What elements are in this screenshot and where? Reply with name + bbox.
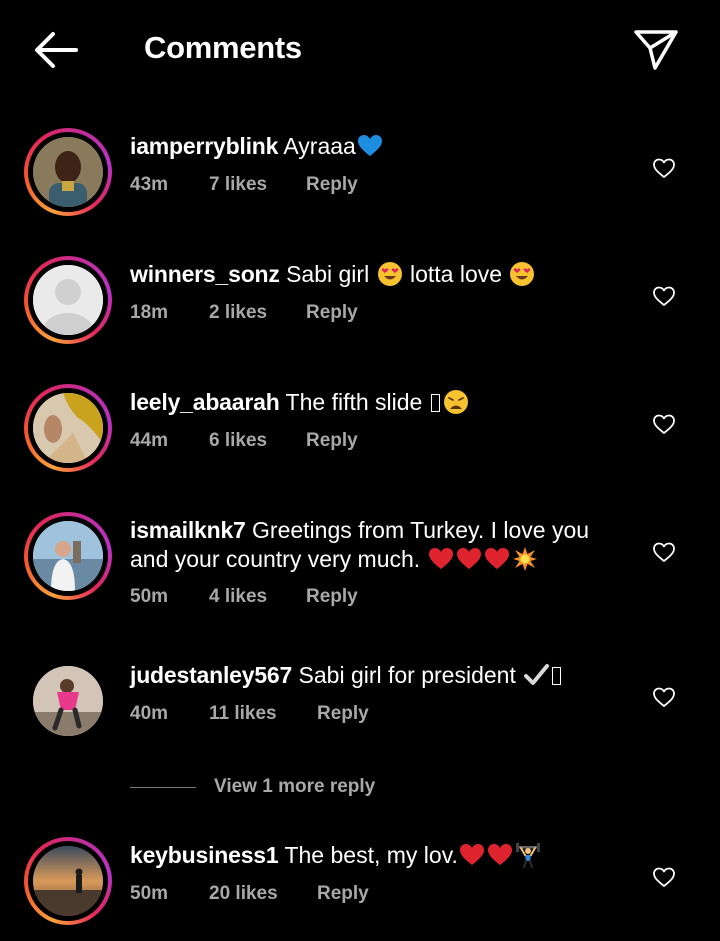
comment-body: Sabi girl for president: [298, 662, 516, 688]
arrow-left-icon: [35, 32, 78, 68]
comment-time: 50m: [130, 586, 169, 607]
heart-outline-icon[interactable]: [652, 156, 676, 180]
avatar[interactable]: [24, 128, 112, 216]
avatar[interactable]: [24, 384, 112, 472]
comment-likes[interactable]: 20 likes: [209, 883, 278, 905]
page-title: Comments: [144, 30, 302, 65]
comment-likes[interactable]: 7 likes: [209, 174, 267, 196]
red-heart-emoji-icon: [428, 548, 453, 569]
comment-likes[interactable]: 11 likes: [209, 703, 277, 725]
heart-outline-icon[interactable]: [652, 865, 676, 889]
comment-time: 18m: [130, 302, 169, 323]
red-heart-emoji-icon: [484, 548, 509, 569]
reply-button[interactable]: Reply: [306, 174, 358, 196]
reply-button[interactable]: Reply: [306, 586, 358, 608]
comment-username[interactable]: judestanley567: [130, 662, 292, 688]
comment-text: iamperryblink Ayraaa: [130, 132, 610, 161]
avatar[interactable]: [24, 512, 112, 600]
comment-likes[interactable]: 6 likes: [209, 430, 267, 452]
weightlifter-emoji-icon: [515, 843, 540, 868]
heart-eyes-emoji-icon: [377, 262, 402, 286]
red-heart-emoji-icon: [487, 844, 512, 865]
comment-username[interactable]: iamperryblink: [130, 133, 278, 159]
reply-button[interactable]: Reply: [306, 302, 358, 324]
comment-body: Sabi girl: [286, 261, 370, 287]
red-heart-emoji-icon: [459, 844, 484, 865]
avatar[interactable]: [24, 657, 112, 745]
reply-button[interactable]: Reply: [306, 430, 358, 452]
heart-outline-icon[interactable]: [652, 540, 676, 564]
avatar[interactable]: [24, 256, 112, 344]
header: Comments: [0, 0, 720, 100]
comment-time: 43m: [130, 174, 169, 195]
view-more-replies[interactable]: View 1 more reply: [130, 776, 530, 802]
comment-username[interactable]: leely_abaarah: [130, 389, 280, 415]
weary-face-emoji-icon: [443, 390, 468, 414]
comment-text: winners_sonz Sabi girl lotta love: [130, 260, 610, 289]
comment-body: The best, my lov.: [284, 842, 458, 868]
reply-button[interactable]: Reply: [317, 883, 369, 905]
comment-username[interactable]: winners_sonz: [130, 261, 280, 287]
heart-outline-icon[interactable]: [652, 284, 676, 308]
comment-username[interactable]: ismailknk7: [130, 517, 246, 543]
paper-plane-icon: [634, 30, 678, 70]
view-more-replies-button[interactable]: View 1 more reply: [214, 776, 375, 798]
comment-body-continued: lotta love: [409, 261, 503, 287]
comment-text: leely_abaarah The fifth slide: [130, 388, 610, 417]
back-button[interactable]: [30, 28, 82, 72]
reply-button[interactable]: Reply: [317, 703, 369, 725]
comment-time: 44m: [130, 430, 169, 451]
collision-emoji-icon: [512, 547, 537, 571]
red-heart-emoji-icon: [456, 548, 481, 569]
comment-text: judestanley567 Sabi girl for president: [130, 661, 610, 690]
avatar[interactable]: [24, 837, 112, 925]
heart-eyes-emoji-icon: [510, 262, 535, 286]
missing-glyph-icon: [552, 667, 562, 685]
comment-time: 50m: [130, 883, 169, 904]
comment-time: 40m: [130, 703, 169, 724]
check-mark-emoji-icon: [524, 664, 550, 685]
comment-likes[interactable]: 2 likes: [209, 302, 267, 324]
heart-outline-icon[interactable]: [652, 685, 676, 709]
divider: [130, 787, 196, 788]
share-button[interactable]: [630, 26, 682, 72]
comment-body: Ayraaa: [283, 133, 356, 159]
comment-likes[interactable]: 4 likes: [209, 586, 267, 608]
missing-glyph-icon: [430, 394, 440, 412]
comment-text: ismailknk7 Greetings from Turkey. I love…: [130, 516, 610, 574]
blue-heart-emoji-icon: [357, 135, 382, 156]
comment-body: The fifth slide: [285, 389, 423, 415]
heart-outline-icon[interactable]: [652, 412, 676, 436]
comment-username[interactable]: keybusiness1: [130, 842, 279, 868]
comment-text: keybusiness1 The best, my lov.: [130, 841, 610, 870]
